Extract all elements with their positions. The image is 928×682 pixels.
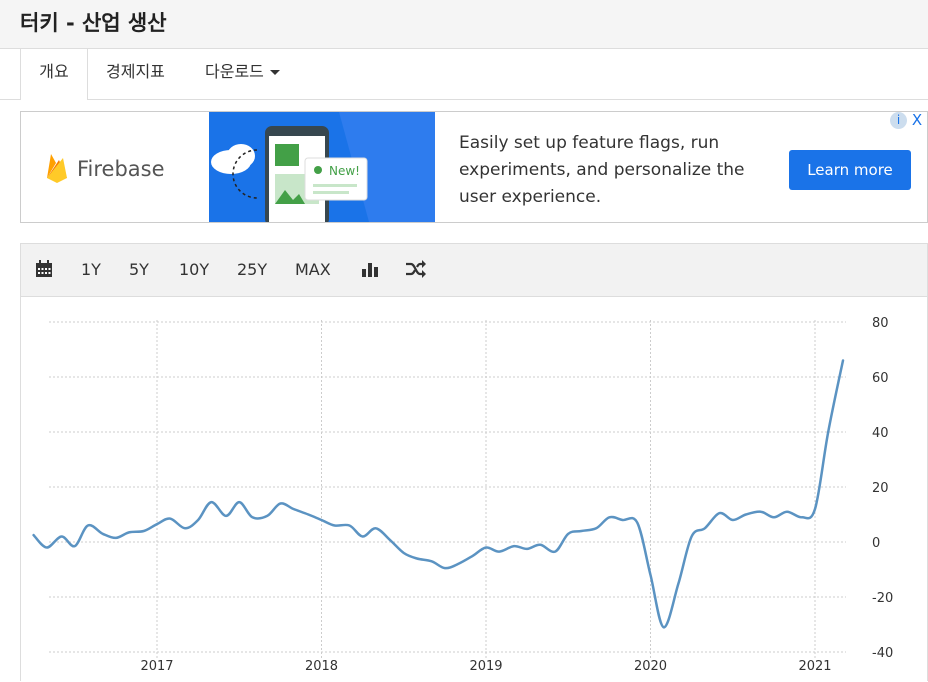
- x-tick-label: 2020: [634, 659, 667, 674]
- ad-brand: Firebase: [77, 157, 165, 181]
- bar-chart-icon[interactable]: [361, 261, 379, 277]
- y-tick-label: 80: [872, 316, 889, 331]
- range-25y-button[interactable]: 25Y: [237, 244, 267, 296]
- y-tick-label: 40: [872, 426, 889, 441]
- range-1y-button[interactable]: 1Y: [81, 244, 101, 296]
- chart-panel: 1Y 5Y 10Y 25Y MAX 80 60 40 20 0 -20 -40 2017 20…: [20, 243, 928, 681]
- tab-download-label: 다운로드: [205, 62, 264, 81]
- series-line: [32, 359, 845, 629]
- tab-download[interactable]: 다운로드: [205, 49, 280, 99]
- learn-more-button[interactable]: Learn more: [789, 150, 911, 190]
- ad-info-icon[interactable]: i: [890, 112, 907, 129]
- range-max-button[interactable]: MAX: [295, 244, 331, 296]
- advertisement-banner[interactable]: Firebase New! Easily set up feature flag…: [20, 111, 928, 223]
- tab-overview-label: 개요: [39, 62, 69, 81]
- tab-overview[interactable]: 개요: [20, 49, 88, 100]
- x-tick-label: 2017: [140, 659, 173, 674]
- ad-close-icon[interactable]: X: [909, 112, 925, 129]
- page-title: 터키 - 산업 생산: [20, 11, 167, 35]
- title-bar: 터키 - 산업 생산: [0, 0, 928, 49]
- calendar-icon[interactable]: [35, 260, 53, 278]
- y-tick-label: -20: [872, 591, 893, 606]
- shuffle-icon[interactable]: [405, 260, 427, 278]
- tab-indicators-label: 경제지표: [106, 62, 165, 81]
- range-5y-button[interactable]: 5Y: [129, 244, 149, 296]
- tab-bar: 개요 경제지표 다운로드: [0, 49, 928, 100]
- chart-toolbar: 1Y 5Y 10Y 25Y MAX: [21, 244, 927, 297]
- tab-indicators[interactable]: 경제지표: [106, 49, 165, 99]
- firebase-logo-icon: [47, 154, 67, 183]
- y-tick-label: 0: [872, 536, 880, 551]
- x-tick-label: 2021: [798, 659, 831, 674]
- industrial-production-chart: 80 60 40 20 0 -20 -40 2017 2018 2019 2020 2021: [32, 316, 893, 674]
- y-tick-label: 20: [872, 481, 889, 496]
- chevron-down-icon: [269, 70, 280, 75]
- x-tick-label: 2019: [469, 659, 502, 674]
- y-tick-label: 60: [872, 371, 889, 386]
- ad-illustration: New!: [209, 112, 435, 222]
- range-10y-button[interactable]: 10Y: [179, 244, 209, 296]
- x-tick-label: 2018: [305, 659, 338, 674]
- y-tick-label: -40: [872, 646, 893, 661]
- ad-copy: Easily set up feature flags, run experim…: [459, 133, 745, 207]
- ad-new-badge: New!: [329, 164, 360, 178]
